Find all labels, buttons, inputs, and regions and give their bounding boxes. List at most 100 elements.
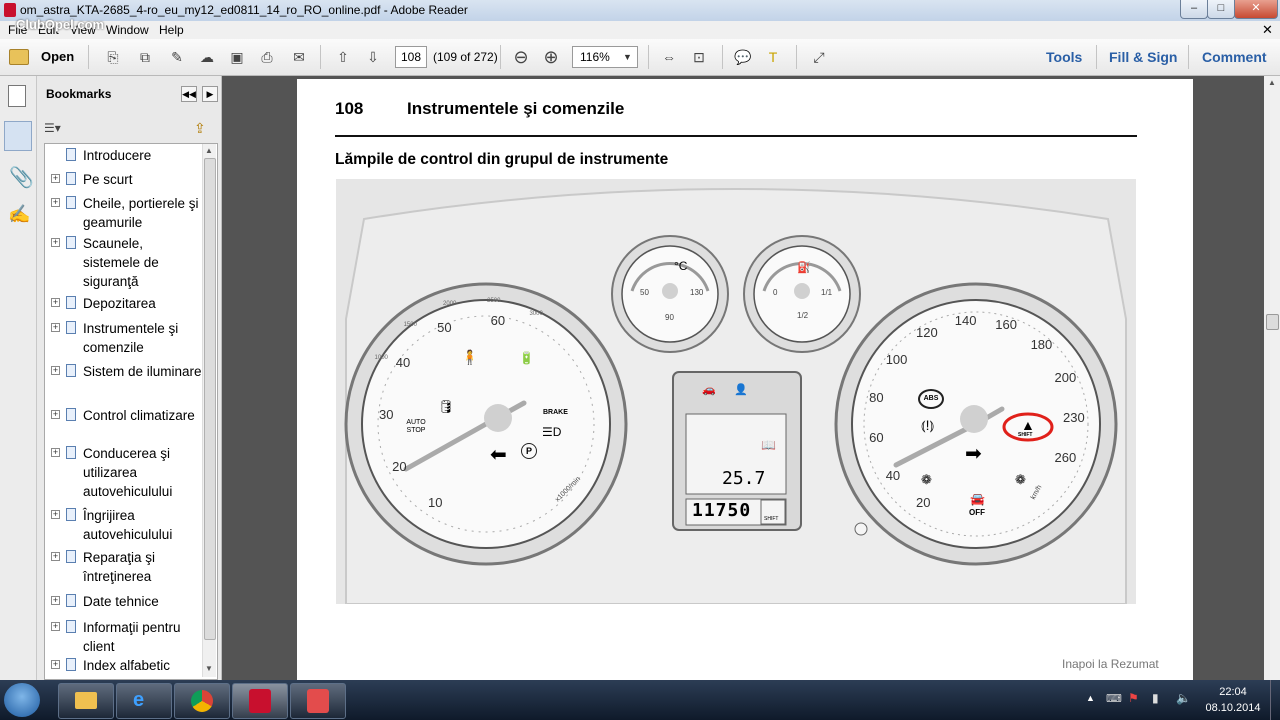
back-to-summary-link[interactable]: Inapoi la Rezumat	[1062, 657, 1159, 671]
window-title: om_astra_KTA-2685_4-ro_eu_my12_ed0811_14…	[20, 3, 468, 17]
scroll-up-icon[interactable]: ▲	[1268, 78, 1276, 87]
tachometer-scale-label: 2500	[487, 297, 501, 304]
bookmark-item[interactable]: + Sistem de iluminare	[45, 362, 203, 400]
signatures-icon[interactable]: ✍	[8, 204, 30, 225]
tools-pane-button[interactable]: Tools	[1046, 49, 1082, 65]
bookmark-item[interactable]: + Conducerea şi utilizarea autovehicululu…	[45, 444, 203, 501]
fit-width-icon[interactable]: ⇔	[658, 47, 680, 67]
comment-pane-button[interactable]: Comment	[1202, 49, 1267, 65]
menu-window[interactable]: Window	[106, 23, 149, 37]
start-button[interactable]	[4, 683, 40, 717]
zoom-in-icon[interactable]: ⊕	[540, 47, 562, 67]
menu-help[interactable]: Help	[159, 23, 184, 37]
tray-security-icon[interactable]: ⚑	[1128, 691, 1139, 705]
expand-icon[interactable]: +	[51, 174, 60, 183]
create-pdf-icon[interactable]: ⎘	[102, 47, 124, 67]
tire-pressure-icon: ⦅!⦆	[921, 417, 935, 433]
expand-icon[interactable]: +	[51, 298, 60, 307]
scroll-thumb[interactable]	[204, 158, 216, 640]
bookmark-item[interactable]: + Control climatizare	[45, 406, 203, 444]
bookmark-item[interactable]: + Îngrijirea autovehiculului	[45, 506, 203, 544]
attachments-icon[interactable]: 📎	[9, 165, 34, 190]
bookmark-options-icon[interactable]: ☰▾	[44, 121, 66, 135]
tray-volume-icon[interactable]: 🔈	[1176, 691, 1191, 705]
scroll-thumb[interactable]	[1266, 314, 1279, 330]
sticky-note-icon[interactable]: 💬	[732, 47, 754, 67]
close-document-icon[interactable]: ✕	[1262, 22, 1273, 38]
expand-icon[interactable]: +	[51, 596, 60, 605]
bookmark-item[interactable]: + Reparaţia şi întreţinerea	[45, 548, 203, 586]
bookmark-label: Sistem de iluminare	[83, 364, 202, 379]
bookmark-item[interactable]: + Index alfabetic	[45, 656, 203, 675]
clock-date[interactable]: 08.10.2014	[1199, 702, 1267, 714]
collapse-panel-icon[interactable]: ◀◀	[181, 86, 197, 102]
display-shift-label: SHIFT	[764, 516, 779, 522]
next-page-icon[interactable]: ⇩	[362, 47, 384, 67]
bookmark-page-icon	[66, 321, 76, 334]
tray-expand-icon[interactable]: ▲	[1086, 693, 1095, 703]
upload-cloud-icon[interactable]: ☁	[196, 47, 218, 67]
expand-bookmark-icon[interactable]: ⇪	[194, 120, 206, 137]
toolbar: Open ⎘ ⧉ ✎ ☁ ▣ ⎙ ✉ ⇧ ⇩ 108 (109 of 272) …	[0, 39, 1280, 76]
maximize-button[interactable]: □	[1207, 0, 1235, 19]
full-screen-icon[interactable]: ⤢	[808, 47, 830, 67]
page-thumbnails-icon[interactable]	[8, 85, 26, 107]
parking-icon: P	[521, 443, 537, 459]
page-number-input[interactable]: 108	[395, 46, 427, 68]
fit-page-icon[interactable]: ⊡	[688, 47, 710, 67]
combine-files-icon[interactable]: ⧉	[134, 47, 156, 67]
scroll-up-icon[interactable]: ▲	[205, 146, 213, 155]
expand-icon[interactable]: +	[51, 366, 60, 375]
display-seatbelt-icon: 👤	[734, 384, 748, 396]
panel-options-icon[interactable]: ▶	[202, 86, 218, 102]
taskbar-flash-app[interactable]	[290, 683, 346, 719]
edit-pdf-icon[interactable]: ✎	[166, 47, 188, 67]
zoom-select[interactable]: 116% ▼	[572, 46, 638, 68]
zoom-out-icon[interactable]: ⊖	[510, 47, 532, 67]
title-bar: om_astra_KTA-2685_4-ro_eu_my12_ed0811_14…	[0, 0, 1280, 32]
taskbar-chrome[interactable]	[174, 683, 230, 719]
print-icon[interactable]: ⎙	[256, 47, 278, 67]
email-icon[interactable]: ✉	[288, 47, 310, 67]
taskbar-adobe-reader[interactable]	[232, 683, 288, 719]
bookmark-item[interactable]: + Instrumentele şi comenzile	[45, 319, 203, 357]
expand-icon[interactable]: +	[51, 198, 60, 207]
expand-icon[interactable]: +	[51, 622, 60, 631]
show-desktop-button[interactable]	[1270, 680, 1280, 720]
document-scrollbar[interactable]: ▲	[1264, 76, 1280, 680]
highlight-text-icon[interactable]: T	[762, 47, 784, 67]
bookmark-item[interactable]: + Depozitarea	[45, 294, 203, 313]
bookmark-label: Informaţii pentru client	[83, 620, 181, 654]
bookmark-item[interactable]: + Date tehnice	[45, 592, 203, 611]
expand-icon[interactable]: +	[51, 552, 60, 561]
expand-icon[interactable]: +	[51, 660, 60, 669]
save-icon[interactable]: ▣	[226, 47, 248, 67]
bookmark-item[interactable]: + Scaunele, sistemele de siguranţă	[45, 234, 203, 291]
expand-icon[interactable]: +	[51, 510, 60, 519]
speedometer-numeral: 60	[869, 430, 884, 446]
close-button[interactable]: ✕	[1234, 0, 1278, 19]
open-button[interactable]: Open	[6, 46, 76, 68]
expand-icon[interactable]: +	[51, 238, 60, 247]
expand-icon[interactable]: +	[51, 410, 60, 419]
fill-sign-pane-button[interactable]: Fill & Sign	[1109, 49, 1177, 65]
bookmarks-scrollbar[interactable]: ▲ ▼	[202, 144, 216, 677]
bookmark-item[interactable]: + Informaţii pentru client	[45, 618, 203, 656]
clock-time[interactable]: 22:04	[1213, 686, 1253, 698]
expand-icon[interactable]: +	[51, 448, 60, 457]
bookmark-item[interactable]: Introducere	[45, 146, 203, 165]
previous-page-icon[interactable]: ⇧	[332, 47, 354, 67]
bookmark-item[interactable]: + Pe scurt	[45, 170, 203, 189]
taskbar-explorer[interactable]	[58, 683, 114, 719]
bookmarks-icon[interactable]	[4, 121, 32, 151]
bookmark-item[interactable]: + Cheile, portierele şi geamurile	[45, 194, 203, 232]
taskbar-internet-explorer[interactable]: e	[116, 683, 172, 719]
speedometer-numeral: 180	[1030, 337, 1053, 353]
speedometer-hub	[960, 405, 988, 433]
minimize-button[interactable]: –	[1180, 0, 1208, 19]
scroll-down-icon[interactable]: ▼	[205, 664, 213, 673]
expand-icon[interactable]: +	[51, 323, 60, 332]
tray-keyboard-icon[interactable]: ⌨	[1106, 692, 1122, 705]
tray-network-icon[interactable]: ▮	[1152, 691, 1159, 705]
temperature-hub	[662, 283, 678, 299]
